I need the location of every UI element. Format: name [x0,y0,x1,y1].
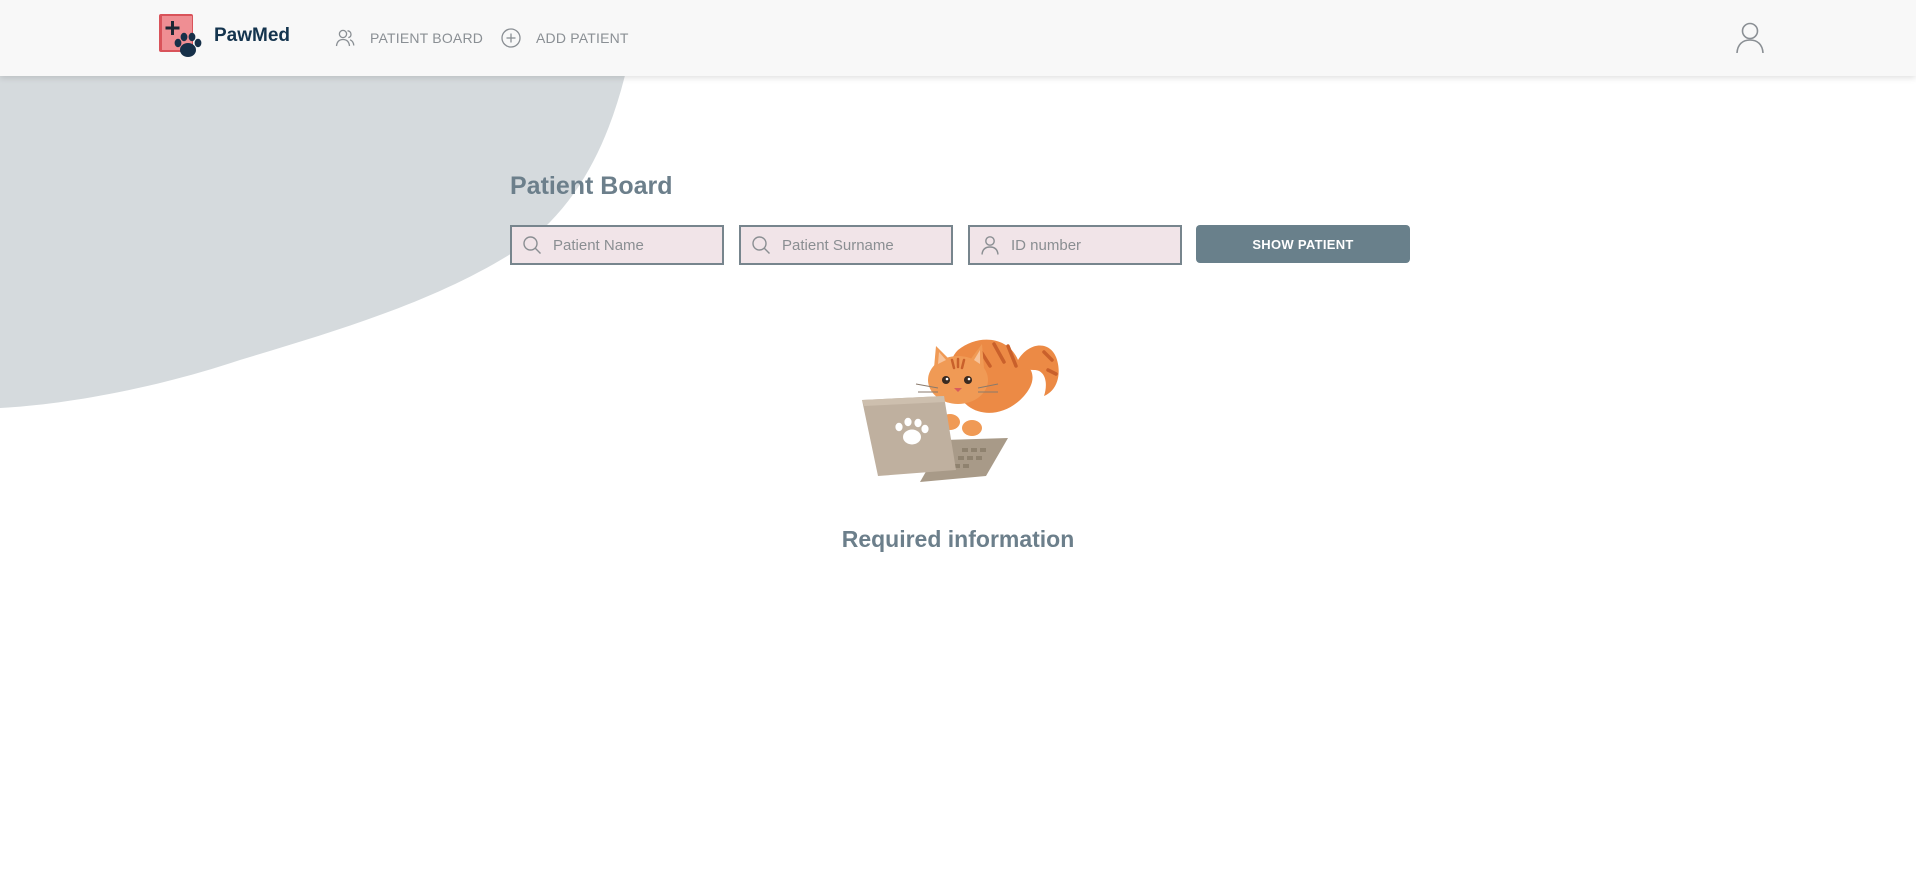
id-number-field[interactable] [968,225,1182,265]
required-information-message: Required information [841,526,1075,552]
show-patient-button[interactable]: SHOW PATIENT [1196,225,1410,263]
patient-surname-input[interactable] [782,236,942,254]
search-icon [523,236,541,254]
nav-patient-board-label: PATIENT BOARD [370,30,484,46]
users-icon [334,27,356,49]
patient-name-field[interactable] [510,225,724,265]
nav-add-patient-label: ADD PATIENT [536,30,629,46]
plus-circle-icon [500,27,522,49]
person-icon [981,236,999,255]
page-title: Patient Board [510,172,673,200]
top-navigation-bar: PawMed PATIENT BOARD ADD PATIENT [0,0,1916,76]
cat-laptop-illustration [862,339,1059,482]
brand-name[interactable]: PawMed [214,25,290,47]
search-icon [752,236,770,254]
pawmed-logo[interactable] [158,13,206,61]
user-icon[interactable] [1734,20,1766,54]
patient-name-input[interactable] [553,236,713,254]
nav-patient-board[interactable]: PATIENT BOARD [334,27,483,49]
patient-surname-field[interactable] [739,225,953,265]
id-number-input[interactable] [1011,236,1171,254]
nav-add-patient[interactable]: ADD PATIENT [500,27,629,49]
page: PawMed PATIENT BOARD ADD PATIENT Patient… [0,0,1916,893]
